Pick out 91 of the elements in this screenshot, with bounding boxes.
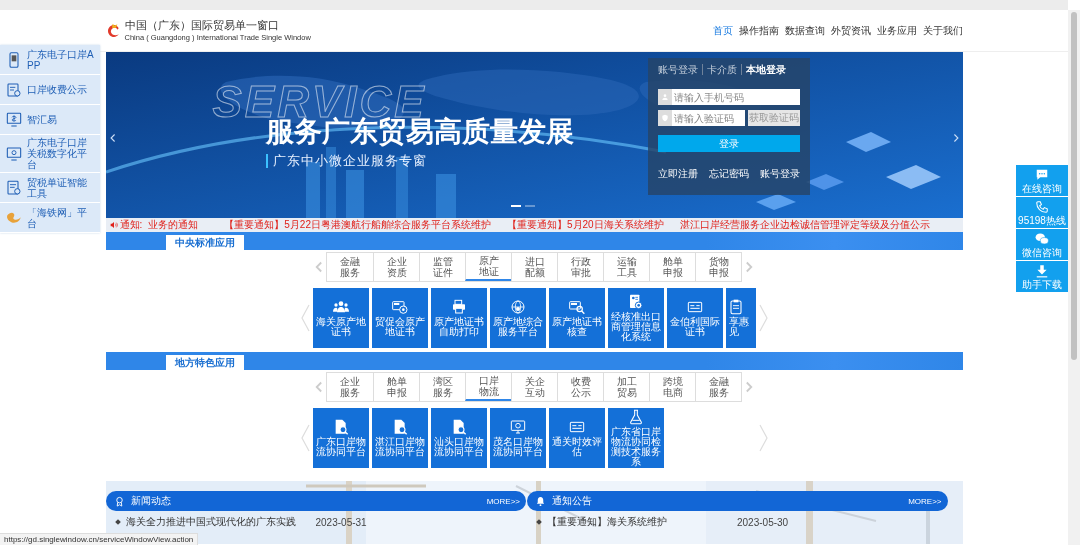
side-service-button[interactable]: 微信咨询 [1016,229,1068,260]
id-card-icon [627,294,644,310]
prev-chevron-icon [299,424,310,452]
bullet-icon [114,519,121,525]
document-icon [6,179,22,196]
app-tile[interactable]: 原产地综合服务平台 [489,288,546,348]
code-field[interactable]: 请输入验证码 [657,110,745,126]
monitor-icon [509,419,526,435]
nav-link[interactable]: 业务应用 [876,23,917,38]
sidebar-item[interactable]: 口岸收费公示 [0,75,100,105]
prev-chevron-icon [299,304,310,332]
scrollbar[interactable] [1068,10,1080,545]
nav-link[interactable]: 关于我们 [922,23,963,38]
section-tab[interactable]: 中央标准应用 [165,235,244,250]
medal-icon [113,495,125,507]
category-tab[interactable]: 口岸物流 [465,373,511,401]
login-tab[interactable]: 账号登录 [657,64,702,75]
news-link[interactable]: 【重要通知】海关系统维护 [547,515,737,529]
user-icon [660,93,669,101]
app-tile[interactable]: 广东口岸物流协同平台 [312,408,369,468]
section-tab[interactable]: 地方特色应用 [165,355,244,370]
app-tile[interactable]: 通关时效评估 [548,408,605,468]
sidebar-item[interactable]: 广东电子口岸关税数字化平台 [0,135,100,173]
chat-bubbles-icon [1035,231,1049,246]
notice-link[interactable]: 【重要通知】5月20日海关系统维护 [506,218,664,232]
login-link[interactable]: 立即注册 [657,167,698,181]
chat-icon [1035,167,1049,182]
app-tile[interactable]: 原产地证书核查 [548,288,605,348]
document-icon [6,81,22,98]
nav-link[interactable]: 首页 [712,23,733,38]
card-search-icon [568,299,585,315]
app-tile[interactable]: 金伯利国际证书 [666,288,723,348]
card-icon [568,419,585,435]
next-chevron-icon [758,304,769,332]
speaker-icon [109,221,118,229]
sidebar-item[interactable]: 广东电子口岸APP [0,45,100,75]
download-icon [1035,263,1049,278]
shield-icon [660,114,669,122]
site-title: 中国（广东）国际贸易单一窗口 [124,19,280,33]
app-tile[interactable]: 海关原产地证书 [312,288,369,348]
notice-link[interactable]: 湛江口岸经营服务企业边检诚信管理评定等级及分值公示 [679,218,930,232]
printer-icon [450,299,467,315]
notice-link[interactable]: 【重要通知】5月22日粤港澳航行船舶综合服务平台系统维护 [224,218,491,232]
slide-indicator[interactable] [510,205,521,207]
sidebar-item[interactable]: 智汇易 [0,105,100,135]
app-tile[interactable]: 原产地证书自助打印 [430,288,487,348]
news-link[interactable]: 海关全力推进中国式现代化的广东实践 [125,515,316,529]
nav-link[interactable]: 外贸资讯 [830,23,871,38]
app-tile[interactable]: 汕头口岸物流协同平台 [430,408,487,468]
phone-icon [1035,199,1049,214]
status-url: https://gd.singlewindow.cn/serviceWindowView.action [4,535,194,544]
login-tab[interactable]: 本地登录 [740,64,790,75]
next-chevron-icon [758,424,769,452]
clipboard-icon [728,299,745,315]
sidebar-item[interactable]: 「海铁网」平台 [0,203,100,233]
monitor-icon [6,111,22,128]
phone-icon [6,51,22,68]
more-link[interactable]: MORE>> [486,496,520,506]
bullet-icon [536,519,542,525]
login-link[interactable]: 忘记密码 [708,167,749,181]
phone-field[interactable]: 请输入手机号码 [657,89,800,105]
side-service-button[interactable]: 助手下载 [1016,261,1068,292]
nav-link[interactable]: 操作指南 [738,23,779,38]
monitor-icon [6,145,22,162]
news-section-title: 通知公告 [552,494,593,508]
app-tile[interactable]: 湛江口岸物流协同平台 [371,408,428,468]
app-tile[interactable]: 经核准出口商管理信息化系统 [607,288,664,348]
login-link[interactable]: 账号登录 [759,167,800,181]
more-link[interactable]: MORE>> [908,496,942,506]
app-tile[interactable]: 贸促会原产地证书 [371,288,428,348]
app-tile[interactable]: 广东省口岸物流协同检测技术服务系 [607,408,664,468]
app-tile[interactable]: 茂名口岸物流协同平台 [489,408,546,468]
nav-link[interactable]: 数据查询 [784,23,825,38]
card-icon [686,299,703,315]
flask-icon [627,409,644,425]
app-tile[interactable]: 享惠见 [725,288,756,348]
news-date: 2023-05-31 [315,516,367,528]
side-service-button[interactable]: 95198热线 [1016,197,1068,228]
side-service-button[interactable]: 在线咨询 [1016,165,1068,196]
category-tab[interactable]: 原产地证 [465,253,511,281]
card-icon [391,299,408,315]
globe-icon [509,299,526,315]
people-icon [332,299,349,315]
banner-subheadline: 广东中小微企业服务专窗 [265,154,427,168]
notice-link[interactable]: 业务的通知 [148,218,199,232]
sidebar-item[interactable]: 贸税单证智能工具 [0,173,100,203]
news-section-title: 新闻动态 [130,494,172,508]
notice-label: 通知: [119,218,143,232]
login-tab[interactable]: 卡介质 [701,64,741,75]
bell-icon [535,495,546,507]
news-date: 2023-05-30 [737,516,789,528]
